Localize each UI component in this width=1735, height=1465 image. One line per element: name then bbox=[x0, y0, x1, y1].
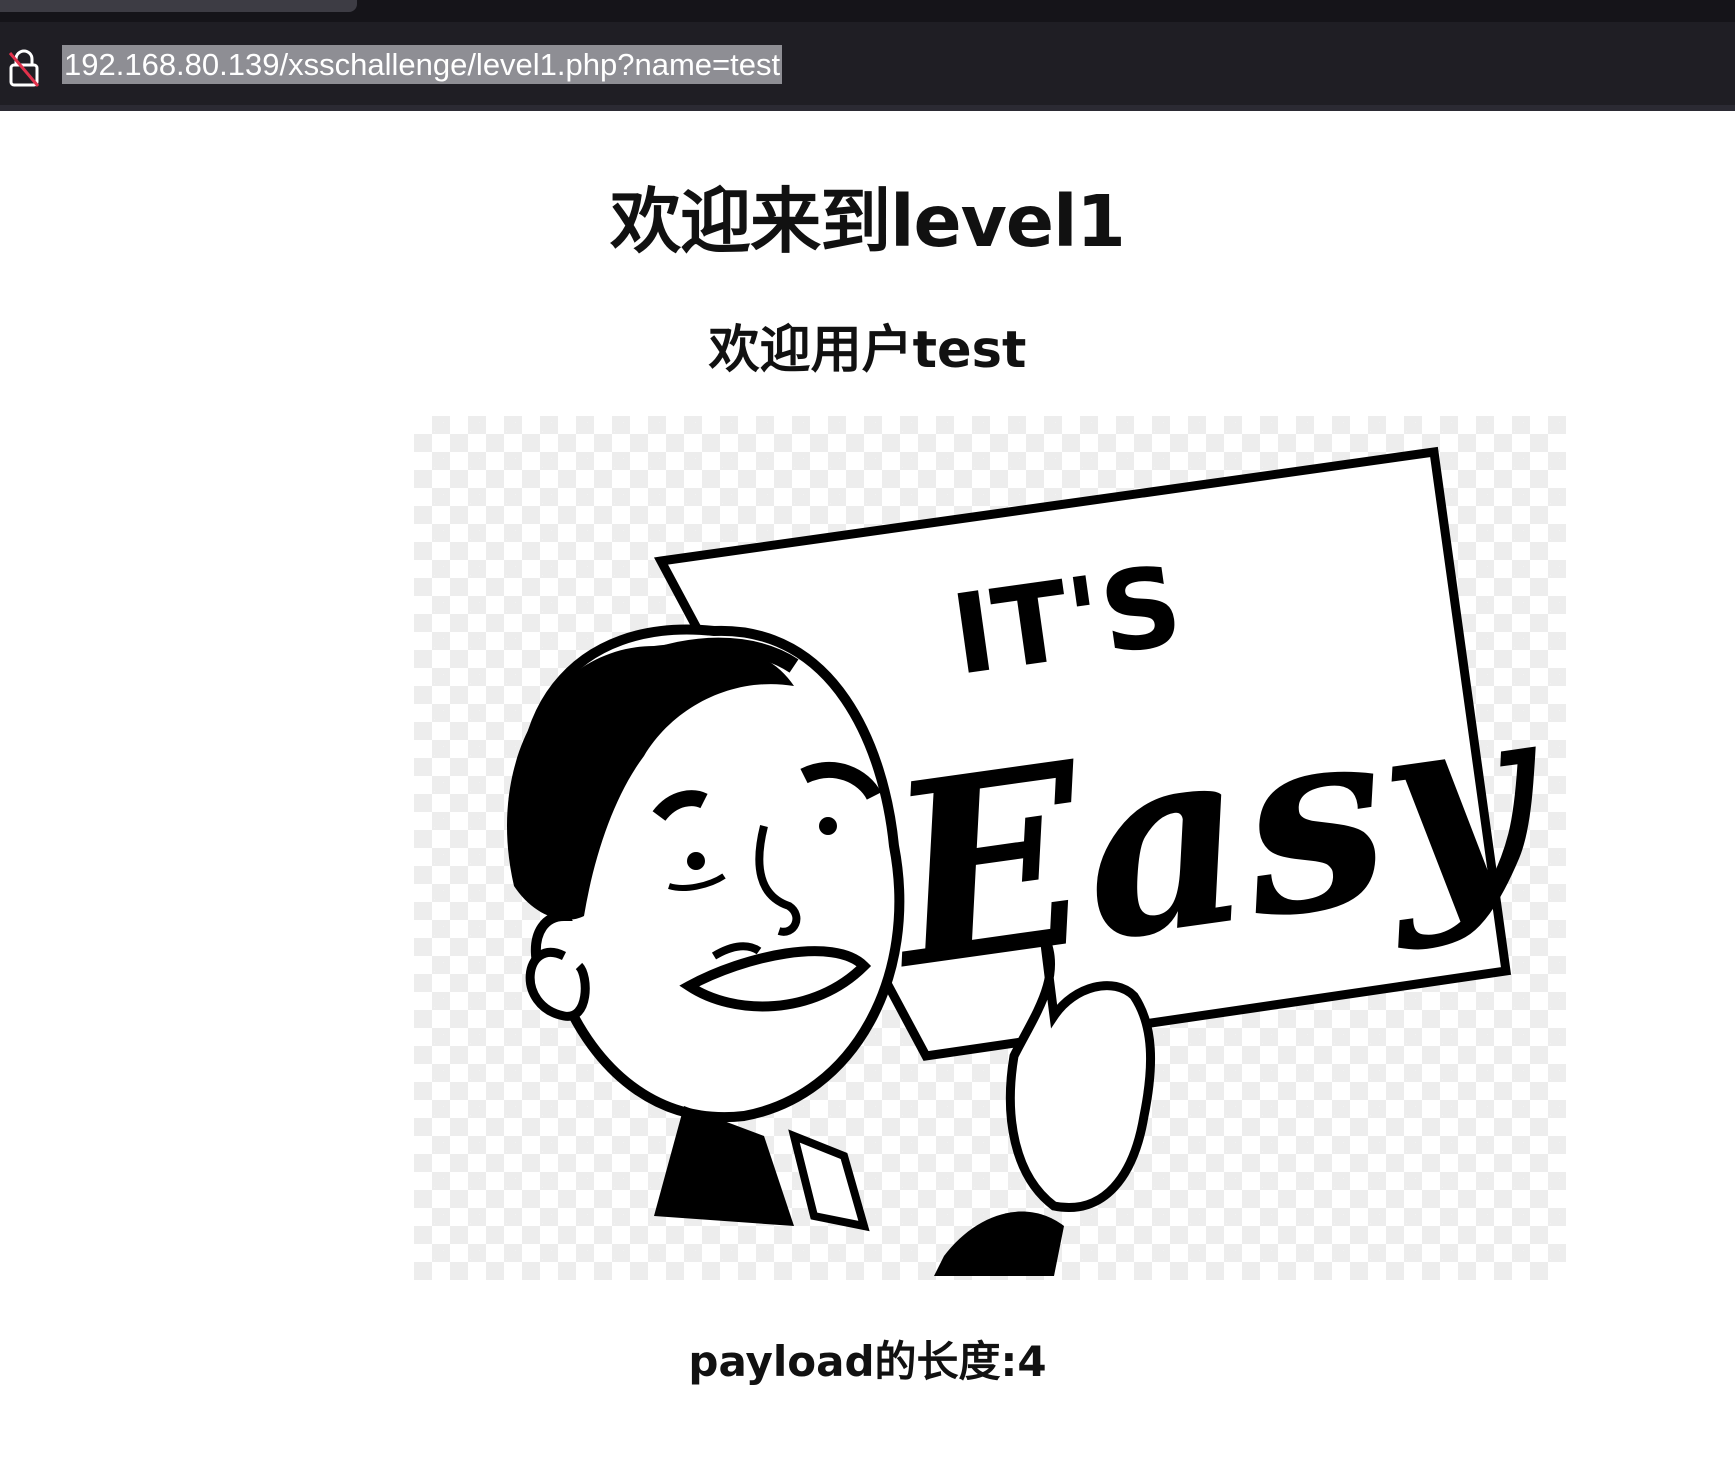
man-collar-right bbox=[788, 1129, 870, 1232]
man-sleeve bbox=[934, 1211, 1064, 1276]
active-tab[interactable] bbox=[0, 0, 357, 12]
welcome-user-heading: 欢迎用户test bbox=[708, 321, 1027, 380]
address-bar[interactable]: 192.168.80.139/xsschallenge/level1.php?n… bbox=[0, 28, 1735, 105]
page-content: 欢迎来到level1 欢迎用户test IT'S Easy payload的长度… bbox=[0, 111, 1735, 1465]
insecure-lock-icon[interactable] bbox=[7, 48, 41, 88]
man-collar-left bbox=[654, 1106, 794, 1226]
page-title: 欢迎来到level1 bbox=[610, 180, 1126, 263]
its-easy-image: IT'S Easy bbox=[414, 416, 1566, 1280]
payload-length-text: payload的长度:4 bbox=[688, 1337, 1047, 1386]
man-eye-right bbox=[819, 817, 837, 835]
url-field[interactable]: 192.168.80.139/xsschallenge/level1.php?n… bbox=[62, 45, 783, 84]
tab-strip bbox=[0, 0, 1735, 22]
its-easy-illustration: IT'S Easy bbox=[506, 446, 1562, 1276]
browser-toolbar: 192.168.80.139/xsschallenge/level1.php?n… bbox=[0, 0, 1735, 111]
man-eye-left bbox=[687, 852, 705, 870]
